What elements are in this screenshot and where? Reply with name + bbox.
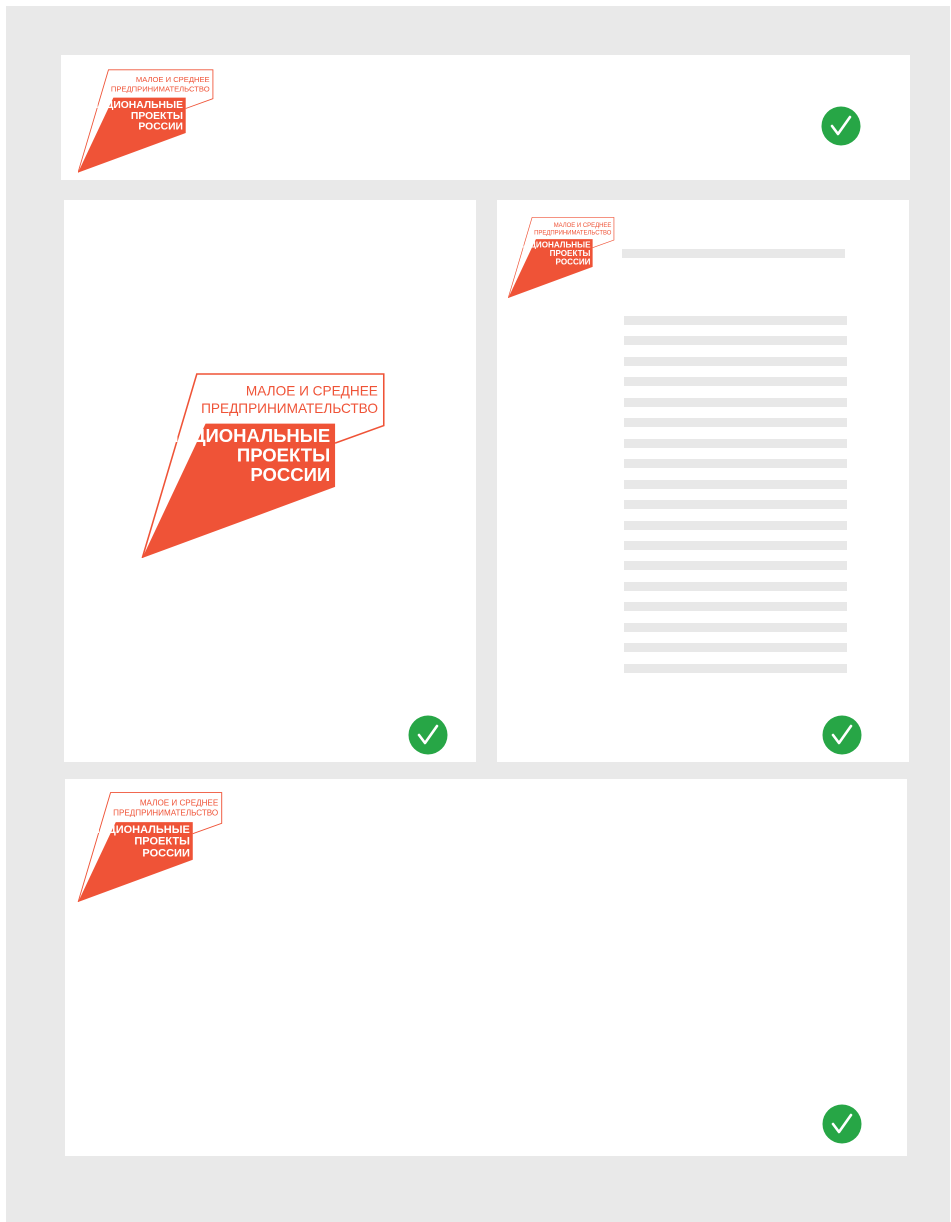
national-projects-logo: МАЛОЕ И СРЕДНЕЕ ПРЕДПРИНИМАТЕЛЬСТВО НАЦИ… (141, 373, 385, 558)
example-document-with-text: МАЛОЕ И СРЕДНЕЕ ПРЕДПРИНИМАТЕЛЬСТВО НАЦИ… (497, 200, 909, 762)
logo-line-3: НАЦИОНАЛЬНЫЕ (518, 240, 591, 249)
logo-line-3: НАЦИОНАЛЬНЫЕ (92, 824, 190, 836)
logo-line-4: ПРОЕКТЫ (550, 249, 591, 258)
guideline-sheet: МАЛОЕ И СРЕДНЕЕ ПРЕДПРИНИМАТЕЛЬСТВО НАЦИ… (6, 6, 950, 1222)
text-line-placeholder (624, 561, 847, 570)
text-line-placeholder (624, 643, 847, 652)
text-line-placeholder (624, 602, 847, 611)
logo-line-5: РОССИИ (556, 257, 591, 266)
text-line-placeholder (624, 357, 847, 366)
text-line-placeholder (624, 316, 847, 325)
national-projects-logo: МАЛОЕ И СРЕДНЕЕ ПРЕДПРИНИМАТЕЛЬСТВО НАЦИ… (77, 792, 223, 902)
text-line-placeholder (624, 664, 847, 673)
logo-line-1: МАЛОЕ И СРЕДНЕЕ (554, 223, 612, 229)
logo-line-4: ПРОЕКТЫ (131, 111, 183, 122)
text-line-placeholder (624, 480, 847, 489)
text-line-placeholder (624, 623, 847, 632)
text-line-placeholder (624, 336, 847, 345)
example-wide-banner: МАЛОЕ И СРЕДНЕЕ ПРЕДПРИНИМАТЕЛЬСТВО НАЦИ… (65, 779, 907, 1156)
logo-line-2: ПРЕДПРИНИМАТЕЛЬСТВО (111, 85, 210, 94)
logo-line-1: МАЛОЕ И СРЕДНЕЕ (136, 75, 210, 84)
logo-line-1: МАЛОЕ И СРЕДНЕЕ (140, 798, 219, 807)
check-circle-icon (822, 1104, 862, 1144)
logo-line-2: ПРЕДПРИНИМАТЕЛЬСТВО (201, 401, 378, 416)
check-circle-icon (822, 715, 862, 755)
logo-line-5: РОССИИ (142, 847, 190, 859)
logo-line-3: НАЦИОНАЛЬНЫЕ (91, 100, 183, 111)
national-projects-logo: МАЛОЕ И СРЕДНЕЕ ПРЕДПРИНИМАТЕЛЬСТВО НАЦИ… (78, 69, 214, 173)
text-line-placeholder (624, 377, 847, 386)
logo-line-1: МАЛОЕ И СРЕДНЕЕ (246, 383, 378, 398)
heading-placeholder (622, 249, 845, 258)
text-line-placeholder (624, 521, 847, 530)
logo-line-5: РОССИИ (138, 122, 183, 133)
logo-line-4: ПРОЕКТЫ (237, 445, 330, 466)
text-line-placeholder (624, 459, 847, 468)
check-circle-icon (408, 715, 448, 755)
check-circle-icon (821, 106, 861, 146)
text-line-placeholder (624, 398, 847, 407)
text-line-placeholder (624, 439, 847, 448)
example-horizontal-banner: МАЛОЕ И СРЕДНЕЕ ПРЕДПРИНИМАТЕЛЬСТВО НАЦИ… (61, 55, 910, 180)
example-vertical-center-logo: МАЛОЕ И СРЕДНЕЕ ПРЕДПРИНИМАТЕЛЬСТВО НАЦИ… (64, 200, 476, 762)
logo-line-5: РОССИИ (250, 464, 330, 485)
text-line-placeholder (624, 418, 847, 427)
text-line-placeholder (624, 582, 847, 591)
logo-line-2: ПРЕДПРИНИМАТЕЛЬСТВО (534, 230, 612, 236)
text-line-placeholder (624, 541, 847, 550)
logo-line-3: НАЦИОНАЛЬНЫЕ (165, 425, 330, 446)
text-line-placeholder (624, 500, 847, 509)
national-projects-logo: МАЛОЕ И СРЕДНЕЕ ПРЕДПРИНИМАТЕЛЬСТВО НАЦИ… (508, 217, 615, 298)
logo-line-4: ПРОЕКТЫ (134, 836, 190, 848)
logo-line-2: ПРЕДПРИНИМАТЕЛЬСТВО (113, 809, 218, 818)
